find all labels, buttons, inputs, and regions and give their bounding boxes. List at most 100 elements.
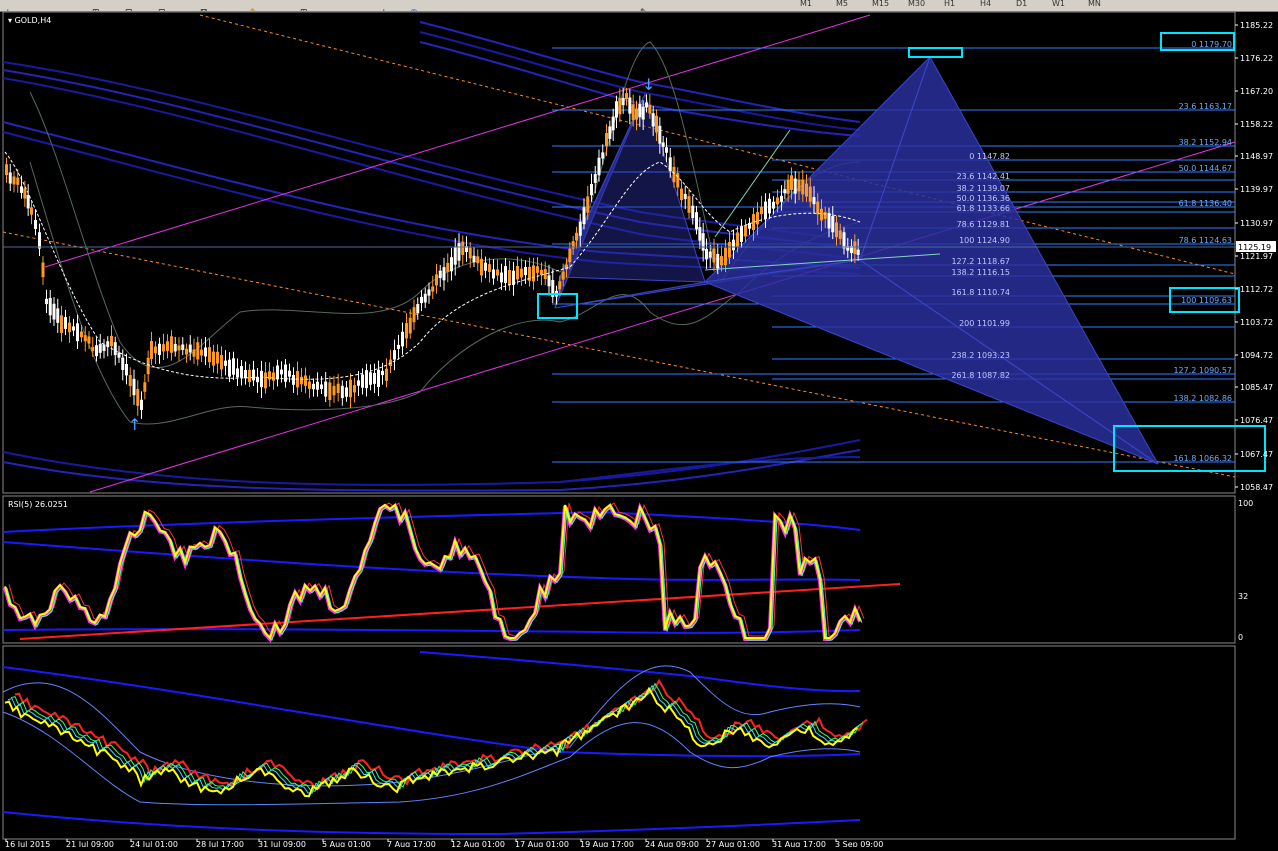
hand-icon[interactable]: ⊠ bbox=[200, 0, 214, 11]
candle bbox=[87, 336, 91, 344]
candle bbox=[304, 375, 307, 386]
pencil-icon[interactable]: ✎ bbox=[640, 0, 654, 11]
fib-left-label: 100 1124.90 bbox=[959, 236, 1010, 245]
candle bbox=[586, 196, 590, 213]
arrow-icon[interactable]: ⊞ bbox=[92, 0, 106, 11]
fib-right-label: 23.6 1163.17 bbox=[1179, 102, 1232, 111]
candle bbox=[8, 172, 12, 184]
fib-right-label: 127.2 1090.57 bbox=[1173, 366, 1232, 375]
candle bbox=[143, 382, 147, 392]
time-label: 28 Jul 17:00 bbox=[196, 840, 244, 847]
candle bbox=[641, 106, 645, 120]
cursor-icon[interactable]: ⊡ bbox=[158, 0, 172, 11]
candlestick-series bbox=[5, 87, 860, 419]
candle bbox=[83, 335, 87, 342]
candle bbox=[558, 281, 562, 290]
candle bbox=[661, 142, 665, 147]
time-label: 24 Aug 09:00 bbox=[645, 840, 699, 847]
candle bbox=[416, 304, 420, 314]
candle bbox=[621, 97, 625, 106]
candle bbox=[64, 317, 67, 329]
candle bbox=[30, 207, 33, 215]
candle bbox=[508, 269, 511, 286]
timeframe-h1[interactable]: H1 bbox=[944, 0, 955, 8]
candle bbox=[720, 255, 723, 266]
oscillator-panel bbox=[2, 651, 868, 836]
timeframe-mn[interactable]: MN bbox=[1088, 0, 1101, 8]
crosshair-icon[interactable]: ✎ bbox=[250, 0, 264, 11]
candle bbox=[423, 293, 427, 303]
candle bbox=[300, 376, 303, 385]
timeframe-m30[interactable]: M30 bbox=[908, 0, 925, 8]
price-tick: 1130.97 bbox=[1240, 219, 1273, 228]
fib-left-label: 238.2 1093.23 bbox=[951, 351, 1010, 360]
candle bbox=[582, 207, 586, 225]
zoom-icon[interactable]: ⊟ bbox=[125, 0, 139, 11]
candle bbox=[651, 113, 655, 127]
candle bbox=[805, 183, 808, 197]
candle bbox=[23, 188, 27, 199]
candle bbox=[56, 308, 60, 323]
candle bbox=[450, 257, 453, 272]
price-tick: 1148.97 bbox=[1240, 152, 1273, 161]
candle bbox=[547, 275, 551, 287]
timeframe-m15[interactable]: M15 bbox=[872, 0, 889, 8]
plus-icon[interactable]: + bbox=[380, 0, 394, 11]
candle bbox=[170, 336, 173, 353]
refresh-icon[interactable]: ◉ bbox=[410, 0, 424, 11]
candle bbox=[177, 345, 181, 351]
candle bbox=[427, 289, 431, 296]
folder-icon[interactable]: ▭ bbox=[40, 0, 54, 11]
candle bbox=[128, 375, 132, 387]
candle bbox=[353, 385, 356, 393]
candle bbox=[196, 342, 200, 360]
candle bbox=[316, 381, 319, 390]
timeframe-h4[interactable]: H4 bbox=[980, 0, 991, 8]
timeframe-m5[interactable]: M5 bbox=[836, 0, 848, 8]
candle bbox=[204, 347, 207, 357]
timeframe-d1[interactable]: D1 bbox=[1016, 0, 1027, 8]
time-label: 31 Aug 17:00 bbox=[772, 840, 826, 847]
candle bbox=[38, 232, 41, 249]
price-tick: 1176.22 bbox=[1240, 54, 1273, 63]
candle bbox=[162, 344, 165, 352]
candle bbox=[468, 247, 472, 259]
candle bbox=[790, 175, 793, 191]
candle bbox=[220, 354, 223, 370]
candle bbox=[793, 178, 797, 194]
candle bbox=[95, 345, 98, 357]
time-label: 17 Aug 01:00 bbox=[515, 840, 569, 847]
fib-left-label: 261.8 1087.82 bbox=[951, 371, 1010, 380]
price-tick: 1139.97 bbox=[1240, 185, 1273, 194]
candle bbox=[349, 379, 352, 398]
candle bbox=[786, 179, 790, 194]
fib-right-label: 78.6 1124.63 bbox=[1179, 236, 1232, 245]
candle bbox=[593, 174, 597, 183]
candle bbox=[216, 351, 219, 364]
candle bbox=[645, 102, 648, 108]
candle bbox=[748, 223, 751, 229]
candle bbox=[838, 230, 842, 239]
line-icon[interactable]: ⊞ bbox=[300, 0, 314, 11]
candle bbox=[328, 382, 332, 401]
candle bbox=[34, 220, 37, 229]
candle bbox=[166, 341, 169, 351]
candle bbox=[381, 370, 384, 376]
candle bbox=[615, 101, 618, 118]
candle bbox=[292, 375, 295, 385]
candle bbox=[611, 116, 615, 131]
candle bbox=[628, 97, 632, 114]
candle bbox=[102, 344, 106, 351]
candle bbox=[740, 226, 743, 243]
candle bbox=[110, 335, 113, 347]
fib-left-label: 0 1147.82 bbox=[969, 152, 1010, 161]
add-icon[interactable]: + bbox=[4, 0, 18, 11]
time-label: 21 Jul 09:00 bbox=[66, 840, 114, 847]
candle bbox=[393, 350, 396, 360]
candle bbox=[146, 357, 150, 375]
time-label: 5 Aug 01:00 bbox=[322, 840, 371, 847]
candle bbox=[435, 274, 438, 286]
rsi-level-32: 32 bbox=[1238, 592, 1248, 601]
timeframe-w1[interactable]: W1 bbox=[1052, 0, 1065, 8]
timeframe-m1[interactable]: M1 bbox=[800, 0, 812, 8]
